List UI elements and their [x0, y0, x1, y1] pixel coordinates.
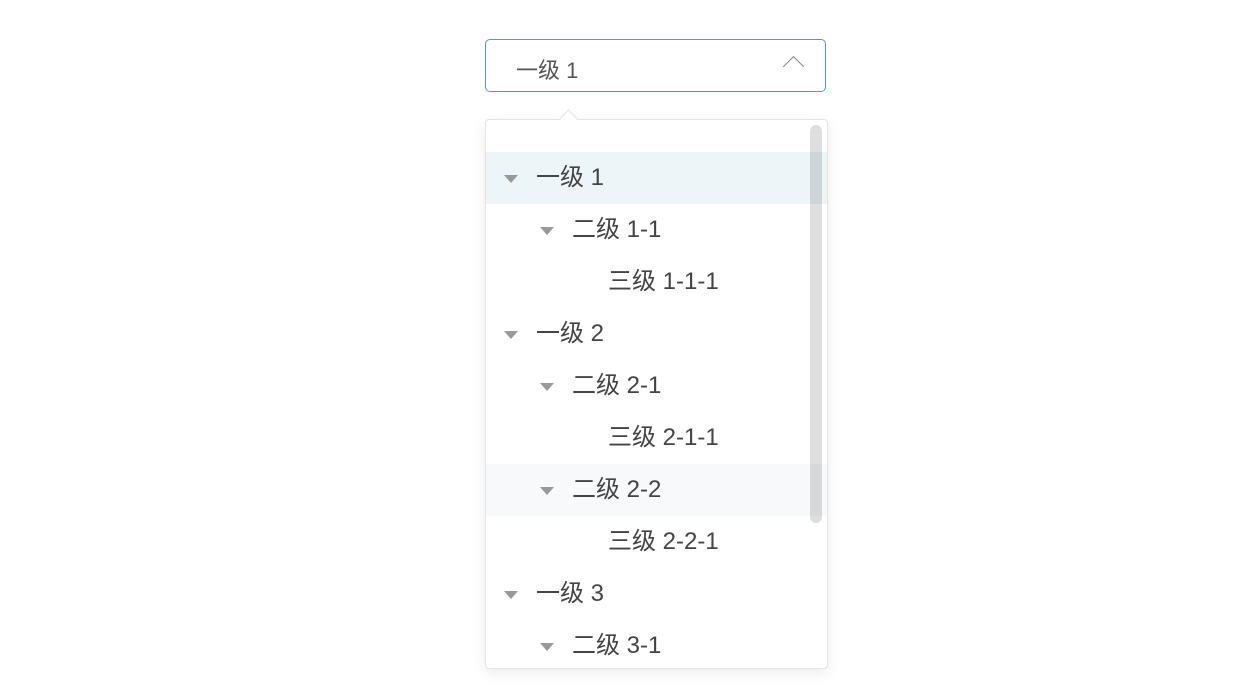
- select-value: 一级 1: [516, 58, 579, 83]
- tree-node[interactable]: 二级 3-1: [486, 620, 827, 668]
- tree-node[interactable]: 一级 2: [486, 308, 827, 360]
- tree-node-label: 二级 2-1: [572, 372, 662, 399]
- caret-down-icon[interactable]: [540, 643, 554, 651]
- tree-node-label: 二级 1-1: [572, 216, 662, 243]
- tree-list: 一级 1 二级 1-1 三级 1-1-1 一级 2 二级 2-1 三级 2-1-1 二级 2…: [486, 152, 827, 668]
- tree-node[interactable]: 二级 1-1: [486, 204, 827, 256]
- tree-node[interactable]: 二级 2-2: [486, 464, 827, 516]
- scrollbar[interactable]: [810, 125, 822, 523]
- tree-node-label: 一级 2: [536, 320, 605, 347]
- tree-select[interactable]: 一级 1: [485, 39, 826, 92]
- tree-node[interactable]: 一级 3: [486, 568, 827, 620]
- tree-node[interactable]: 三级 1-1-1: [486, 256, 827, 308]
- caret-down-icon[interactable]: [540, 227, 554, 235]
- tree-node-label: 二级 3-1: [572, 632, 662, 659]
- tree-node-label: 三级 2-2-1: [608, 528, 719, 555]
- tree-node-label: 一级 1: [536, 164, 605, 191]
- caret-down-icon[interactable]: [504, 175, 518, 183]
- tree-node[interactable]: 三级 2-2-1: [486, 516, 827, 568]
- tree-node-label: 三级 1-1-1: [608, 268, 719, 295]
- tree-node-label: 二级 2-2: [572, 476, 662, 503]
- tree-node-label: 三级 2-1-1: [608, 424, 719, 451]
- tree-dropdown: 一级 1 二级 1-1 三级 1-1-1 一级 2 二级 2-1 三级 2-1-1 二级 2…: [485, 119, 828, 669]
- caret-down-icon[interactable]: [504, 591, 518, 599]
- caret-down-icon[interactable]: [504, 331, 518, 339]
- chevron-up-icon[interactable]: [782, 55, 805, 78]
- tree-node[interactable]: 二级 2-1: [486, 360, 827, 412]
- tree-node-label: 一级 3: [536, 580, 605, 607]
- tree-node[interactable]: 一级 1: [486, 152, 827, 204]
- caret-down-icon[interactable]: [540, 487, 554, 495]
- caret-down-icon[interactable]: [540, 383, 554, 391]
- tree-node[interactable]: 三级 2-1-1: [486, 412, 827, 464]
